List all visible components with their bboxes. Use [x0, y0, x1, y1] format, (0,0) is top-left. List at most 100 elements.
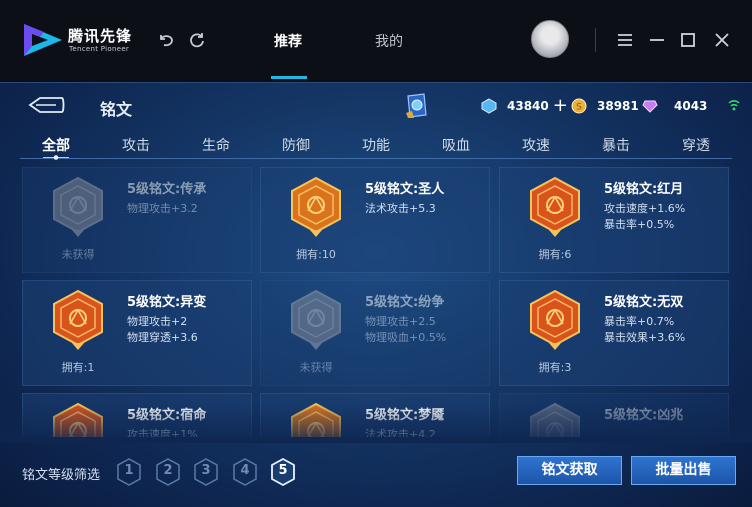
title-bar: 腾讯先锋 Tencent Pioneer 推荐 我的: [0, 0, 752, 80]
rune-card[interactable]: 拥有:6 5级铭文:红月 攻击速度+1.6% 暴击率+0.5%: [499, 167, 729, 273]
rune-card[interactable]: 未获得 5级铭文:传承 物理攻击+3.2: [22, 167, 252, 273]
rune-name: 5级铭文:圣人: [365, 182, 445, 197]
rune-name: 5级铭文:异变: [127, 295, 207, 310]
crystal-icon: [481, 98, 497, 114]
tab-health[interactable]: 生命: [202, 135, 230, 155]
rune-owned-count: 拥有:10: [296, 248, 336, 261]
level-filter-3-label: 3: [201, 463, 211, 478]
panel-header: 铭文 43840 + S 38981 4043: [0, 83, 752, 127]
rune-owned-count: 拥有:6: [538, 248, 572, 261]
rune-stat: 暴击率+0.5%: [604, 218, 675, 231]
tab-recommend[interactable]: 推荐: [274, 31, 302, 51]
logo-subtitle: Tencent Pioneer: [69, 45, 130, 53]
rune-owned-count: 未获得: [61, 248, 95, 261]
rune-name: 5级铭文:传承: [127, 182, 207, 197]
rune-card[interactable]: 拥有:1 5级铭文:异变 物理攻击+2 物理穿透+3.6: [22, 280, 252, 386]
level-filter-label: 铭文等级筛选: [22, 468, 101, 483]
undo-icon[interactable]: [155, 29, 177, 51]
rune-icon: [291, 176, 341, 237]
rune-owned-count: 拥有:3: [538, 361, 572, 374]
svg-text:S: S: [576, 103, 582, 113]
tab-defense[interactable]: 防御: [282, 135, 310, 155]
tab-penetration[interactable]: 穿透: [682, 135, 710, 155]
rune-card[interactable]: 5级铭文:宿命攻击速度+1%: [22, 393, 252, 437]
bulk-sell-button[interactable]: 批量出售: [631, 456, 736, 485]
diamond-value: 4043: [674, 99, 708, 113]
rune-name: 5级铭文:纷争: [365, 295, 445, 310]
tab-attack[interactable]: 攻击: [122, 135, 150, 155]
active-tab-indicator: [271, 76, 307, 79]
page-title: 铭文: [100, 100, 133, 119]
menu-icon[interactable]: [614, 29, 636, 51]
rune-stat: 物理攻击+3.2: [127, 202, 198, 215]
close-icon[interactable]: [711, 29, 733, 51]
tab-lifesteal[interactable]: 吸血: [442, 135, 470, 155]
level-filter-4[interactable]: 4: [232, 458, 258, 486]
rune-name: 5级铭文:红月: [604, 182, 684, 197]
rune-name: 5级铭文:无双: [604, 295, 684, 310]
maximize-icon[interactable]: [677, 29, 699, 51]
tab-critical[interactable]: 暴击: [602, 135, 630, 155]
tab-utility[interactable]: 功能: [362, 135, 390, 155]
rune-name: 5级铭文:梦魇: [365, 408, 445, 423]
rune-icon: [53, 289, 103, 350]
rune-book-icon[interactable]: [404, 93, 428, 119]
level-filter-2-label: 2: [163, 463, 173, 478]
get-runes-button[interactable]: 铭文获取: [517, 456, 622, 485]
rune-stat: 攻击速度+1%: [127, 428, 198, 437]
gold-coin-icon: S: [571, 98, 587, 114]
rune-card[interactable]: 5级铭文:梦魇法术攻击+4.2: [260, 393, 490, 437]
level-filter-1-label: 1: [124, 463, 134, 478]
rune-owned-count: 未获得: [299, 361, 333, 374]
crystal-balance: 43840 +: [481, 96, 568, 116]
rune-icon: [53, 402, 103, 437]
diamond-balance: 4043: [642, 96, 707, 116]
rune-card[interactable]: 拥有:3 5级铭文:无双 暴击率+0.7% 暴击效果+3.6%: [499, 280, 729, 386]
rune-card[interactable]: 未获得 5级铭文:纷争 物理攻击+2.5 物理吸血+0.5%: [260, 280, 490, 386]
rune-icon: [530, 176, 580, 237]
gold-balance: S 38981: [571, 96, 639, 116]
category-divider: [20, 158, 732, 159]
level-filter-1[interactable]: 1: [116, 458, 142, 486]
rune-stat: 暴击率+0.7%: [604, 315, 675, 328]
rune-panel: 铭文 43840 + S 38981 4043 全部 攻击 生命 防御 功能 吸…: [0, 82, 752, 507]
rune-card[interactable]: 5级铭文:凶兆: [499, 393, 729, 437]
rune-stat: 物理攻击+2: [127, 315, 188, 328]
app-logo: 腾讯先锋 Tencent Pioneer: [22, 20, 142, 60]
rune-name: 5级铭文:宿命: [127, 408, 207, 423]
back-button[interactable]: [26, 95, 66, 115]
rune-name: 5级铭文:凶兆: [604, 408, 684, 423]
rune-stat: 法术攻击+5.3: [365, 202, 436, 215]
rune-stat: 暴击效果+3.6%: [604, 331, 686, 344]
active-category-indicator: [43, 155, 69, 160]
level-filter-3[interactable]: 3: [193, 458, 219, 486]
level-filter-4-label: 4: [240, 463, 250, 478]
level-filter-5[interactable]: 5: [270, 457, 296, 487]
rune-card[interactable]: 拥有:10 5级铭文:圣人 法术攻击+5.3: [260, 167, 490, 273]
level-filter-2[interactable]: 2: [155, 458, 181, 486]
rune-stat: 物理攻击+2.5: [365, 315, 436, 328]
rune-stat: 攻击速度+1.6%: [604, 202, 686, 215]
gold-value: 38981: [597, 99, 639, 113]
crystal-value: 43840: [507, 99, 549, 113]
minimize-icon[interactable]: [646, 29, 668, 51]
rune-stat: 法术攻击+4.2: [365, 428, 436, 437]
tab-mine[interactable]: 我的: [375, 31, 403, 51]
logo-text: 腾讯先锋: [68, 27, 133, 45]
logo-icon: [24, 24, 62, 56]
rune-owned-count: 拥有:1: [61, 361, 95, 374]
refresh-icon[interactable]: [186, 29, 208, 51]
rune-icon: [291, 289, 341, 350]
rune-icon: [291, 402, 341, 437]
rune-stat: 物理吸血+0.5%: [365, 331, 447, 344]
rune-icon: [530, 289, 580, 350]
add-crystal-button[interactable]: +: [553, 97, 568, 115]
avatar[interactable]: [531, 20, 569, 58]
signal-icon: [728, 100, 740, 111]
rune-grid: 未获得 5级铭文:传承 物理攻击+3.2 拥有:10 5级铭文:圣人 法术攻击+5.3 拥有…: [22, 167, 734, 437]
rune-icon: [53, 176, 103, 237]
titlebar-divider: [595, 28, 596, 52]
rune-stat: 物理穿透+3.6: [127, 331, 198, 344]
tab-attack-speed[interactable]: 攻速: [522, 135, 550, 155]
tab-all[interactable]: 全部: [42, 135, 70, 155]
